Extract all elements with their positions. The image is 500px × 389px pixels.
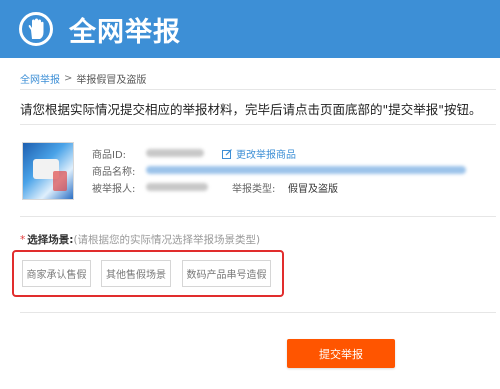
- breadcrumb-root-link[interactable]: 全网举报: [20, 71, 60, 86]
- reported-party-value: [146, 183, 208, 191]
- instruction-text: 请您根据实际情况提交相应的举报材料，完毕后请点击页面底部的"提交举报"按钮。: [20, 102, 482, 117]
- scene-option-digital-serial[interactable]: 数码产品串号造假: [182, 260, 271, 287]
- divider: [20, 216, 496, 217]
- product-name-value[interactable]: [146, 166, 466, 174]
- report-type-value: 假冒及盗版: [288, 184, 338, 195]
- reported-party-label: 被举报人:: [92, 184, 136, 195]
- hand-stop-icon: [19, 12, 53, 46]
- report-type-label: 举报类型:: [232, 184, 276, 195]
- required-mark: *: [20, 234, 26, 246]
- page-header: 全网举报: [0, 0, 500, 58]
- edit-icon: [222, 148, 232, 159]
- scene-option-merchant-admits[interactable]: 商家承认售假: [22, 260, 91, 287]
- change-product-label: 更改举报商品: [236, 150, 296, 161]
- divider: [20, 124, 496, 125]
- product-name-label: 商品名称:: [92, 167, 136, 178]
- product-id-label: 商品ID:: [92, 150, 127, 161]
- breadcrumb-separator: >: [64, 73, 73, 84]
- page-title: 全网举报: [69, 16, 181, 48]
- change-product-link[interactable]: 更改举报商品: [222, 146, 296, 161]
- scene-option-other[interactable]: 其他售假场景: [101, 260, 171, 287]
- submit-report-button[interactable]: 提交举报: [287, 339, 395, 368]
- product-thumbnail[interactable]: [22, 142, 74, 200]
- breadcrumb: 全网举报 > 举报假冒及盗版: [20, 71, 146, 86]
- divider: [20, 89, 496, 90]
- breadcrumb-current: 举报假冒及盗版: [76, 75, 147, 86]
- scene-hint: (请根据您的实际情况选择举报场景类型): [73, 234, 261, 246]
- scene-label: 选择场景:: [27, 234, 74, 246]
- scene-title: * 选择场景:(请根据您的实际情况选择举报场景类型): [20, 232, 260, 247]
- divider: [20, 312, 496, 313]
- product-id-value: [146, 149, 204, 157]
